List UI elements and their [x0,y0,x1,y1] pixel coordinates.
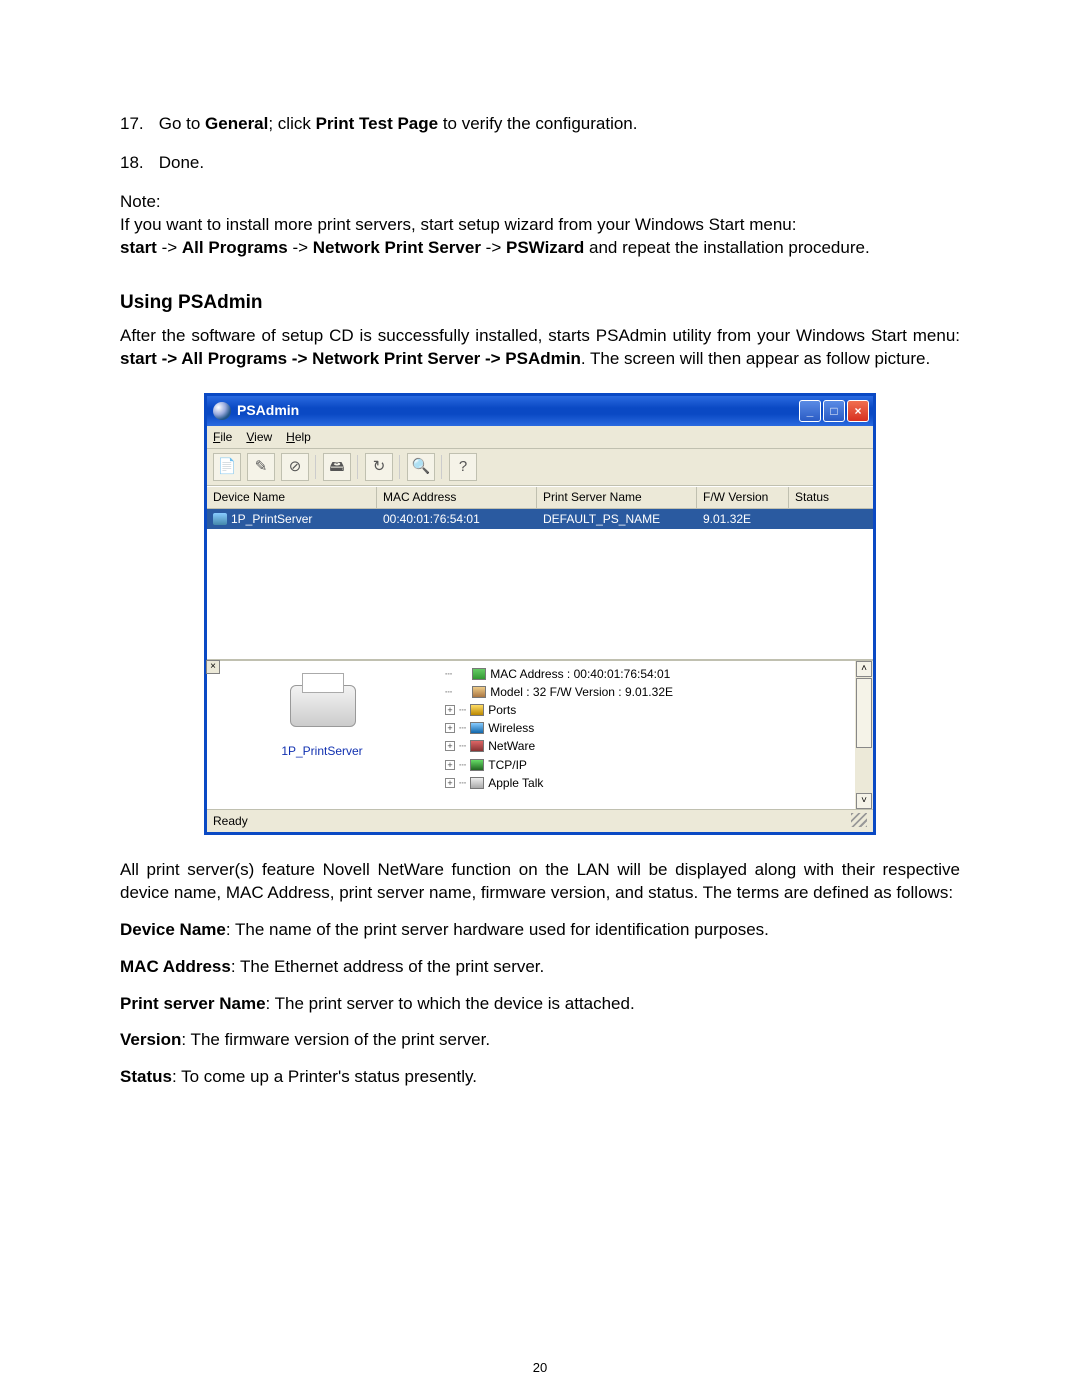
close-button[interactable]: × [847,400,869,422]
note-label: Note: [120,191,960,214]
tree-tcpip[interactable]: +┄TCP/IP [445,756,851,774]
menubar: File View Help [207,426,873,449]
status-text: Ready [213,813,248,829]
tree-netware[interactable]: +┄NetWare [445,737,851,755]
expand-icon[interactable]: + [445,760,455,770]
expand-icon[interactable]: + [445,741,455,751]
tree-appletalk[interactable]: +┄Apple Talk [445,774,851,792]
toolbar-separator [357,455,359,479]
cell-psn: DEFAULT_PS_NAME [537,509,697,529]
menu-view[interactable]: View [246,429,272,445]
toolbar: 📄 ✎ ⊘ 🖴 ↻ 🔍 ? [207,449,873,486]
maximize-button[interactable]: □ [823,400,845,422]
def-device-name: Device Name: The name of the print serve… [120,919,960,942]
appletalk-icon [470,777,484,789]
tree-wireless[interactable]: +┄Wireless [445,719,851,737]
cell-ver: 9.01.32E [697,509,789,529]
psadmin-window: PSAdmin _ □ × File View Help 📄 ✎ ⊘ 🖴 ↻ 🔍… [204,393,876,835]
step-17-text: Go to General; click Print Test Page to … [159,114,638,133]
def-psn: Print server Name: The print server to w… [120,993,960,1016]
netware-icon [470,740,484,752]
scroll-up-icon[interactable]: ˄ [856,661,872,677]
intro-paragraph: After the software of setup CD is succes… [120,325,960,371]
toolbar-refresh-icon[interactable]: ↻ [365,453,393,481]
after-paragraph: All print server(s) feature Novell NetWa… [120,859,960,905]
device-list: 1P_PrintServer 00:40:01:76:54:01 DEFAULT… [207,509,873,659]
col-fw-version[interactable]: F/W Version [697,487,789,507]
tree-model: ┄Model : 32 F/W Version : 9.01.32E [445,683,851,701]
toolbar-separator [315,455,317,479]
menu-help[interactable]: Help [286,429,311,445]
app-icon [213,402,231,420]
toolbar-separator [399,455,401,479]
toolbar-properties-icon[interactable]: 📄 [213,453,241,481]
def-version: Version: The firmware version of the pri… [120,1029,960,1052]
scroll-thumb[interactable] [856,678,872,748]
window-title: PSAdmin [237,401,799,420]
step-18: 18. Done. [120,152,960,175]
expand-icon[interactable]: + [445,705,455,715]
device-row[interactable]: 1P_PrintServer 00:40:01:76:54:01 DEFAULT… [207,509,873,529]
detail-scrollbar[interactable]: ˄ ˅ [855,661,873,809]
chip-icon [472,686,486,698]
menu-file[interactable]: File [213,429,232,445]
toolbar-upgrade-icon[interactable]: 🖴 [323,453,351,481]
wireless-icon [470,722,484,734]
note-block: Note: If you want to install more print … [120,191,960,260]
section-heading: Using PSAdmin [120,290,960,316]
expand-icon[interactable]: + [445,723,455,733]
cell-device-name: 1P_PrintServer [231,511,312,527]
toolbar-separator [441,455,443,479]
col-mac-address[interactable]: MAC Address [377,487,537,507]
col-status[interactable]: Status [789,487,867,507]
expand-icon[interactable]: + [445,778,455,788]
ports-icon [470,704,484,716]
tree-mac: ┄MAC Address : 00:40:01:76:54:01 [445,665,851,683]
detail-device-label: 1P_PrintServer [281,743,362,759]
note-line2: start -> All Programs -> Network Print S… [120,237,960,260]
tree-ports[interactable]: +┄Ports [445,701,851,719]
step-18-number: 18. [120,152,154,175]
card-icon [472,668,486,680]
page-number: 20 [0,1359,1080,1377]
device-row-icon [213,513,227,525]
resize-grip-icon[interactable] [851,813,867,827]
toolbar-help-icon[interactable]: ? [449,453,477,481]
cell-mac: 00:40:01:76:54:01 [377,509,537,529]
def-status: Status: To come up a Printer's status pr… [120,1066,960,1089]
col-print-server-name[interactable]: Print Server Name [537,487,697,507]
step-17-number: 17. [120,113,154,136]
step-17: 17. Go to General; click Print Test Page… [120,113,960,136]
scroll-down-icon[interactable]: ˅ [856,793,872,809]
col-device-name[interactable]: Device Name [207,487,377,507]
def-mac: MAC Address: The Ethernet address of the… [120,956,960,979]
printer-icon [282,673,362,733]
step-18-text: Done. [159,153,204,172]
detail-pane: × 1P_PrintServer ┄MAC Address : 00:40:01… [207,659,873,809]
cell-status [789,509,867,529]
titlebar[interactable]: PSAdmin _ □ × [207,396,873,426]
note-line1: If you want to install more print server… [120,214,960,237]
detail-tree: ┄MAC Address : 00:40:01:76:54:01 ┄Model … [437,661,855,809]
statusbar: Ready [207,809,873,832]
column-header-row: Device Name MAC Address Print Server Nam… [207,486,873,508]
tcpip-icon [470,759,484,771]
minimize-button[interactable]: _ [799,400,821,422]
detail-close-button[interactable]: × [206,660,220,674]
toolbar-delete-icon[interactable]: ⊘ [281,453,309,481]
toolbar-search-icon[interactable]: 🔍 [407,453,435,481]
toolbar-wizard-icon[interactable]: ✎ [247,453,275,481]
